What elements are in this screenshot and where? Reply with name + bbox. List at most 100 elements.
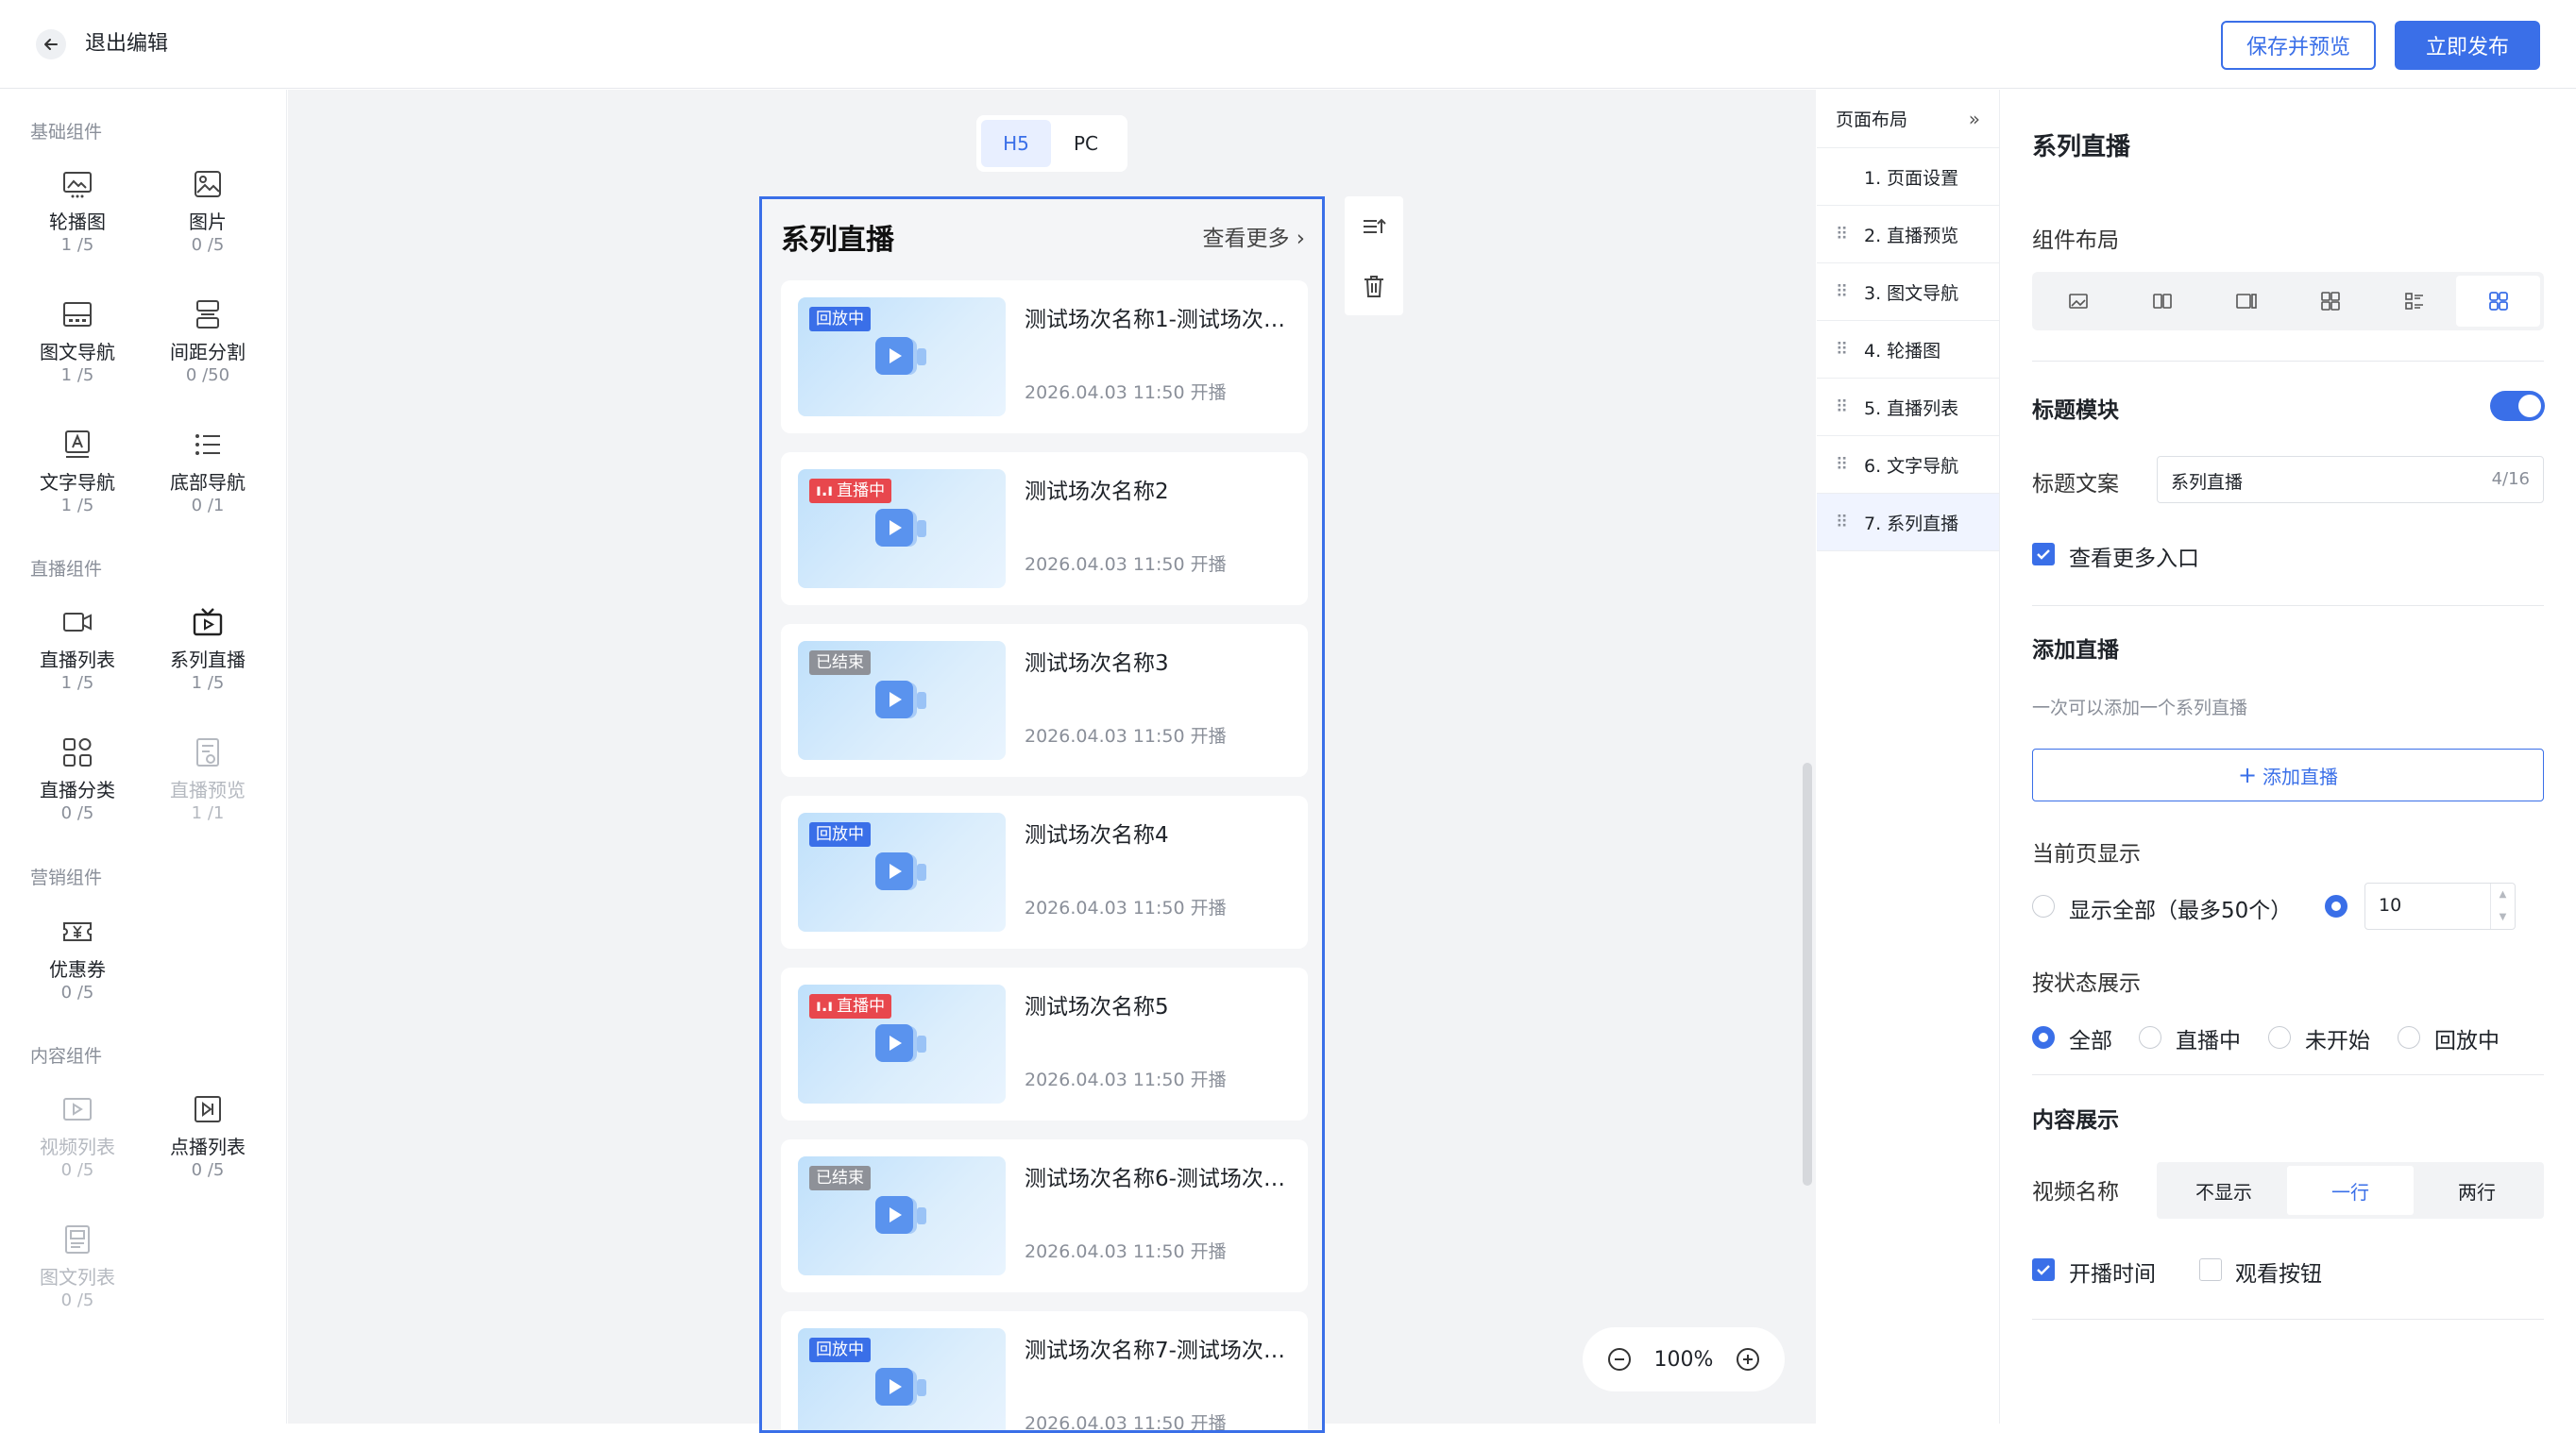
custom-count-radio[interactable]	[2325, 895, 2347, 918]
live-name: 测试场次名称5	[1025, 995, 1169, 1020]
layout-item[interactable]: ⠿ 4. 轮播图	[1817, 321, 1999, 379]
status-badge-text: 直播中	[837, 481, 886, 500]
carousel-icon	[59, 165, 96, 203]
live-card[interactable]: ı.ı 直播中 测试场次名称2 2026.04.03 11:50 开播	[781, 452, 1308, 605]
drag-handle-icon[interactable]: ⠿	[1836, 455, 1848, 475]
component-live-preview[interactable]: 直播预览 1 /1	[151, 733, 264, 837]
title-module-toggle[interactable]	[2490, 391, 2545, 421]
status-radio-live[interactable]	[2139, 1026, 2161, 1049]
collapse-icon[interactable]: »	[1969, 108, 1980, 130]
component-name: 点播列表	[170, 1136, 246, 1158]
drag-handle-icon[interactable]: ⠿	[1836, 225, 1848, 244]
status-radio-all[interactable]	[2032, 1026, 2055, 1049]
coupon-icon	[59, 913, 96, 951]
stepper-icon[interactable]: ▲ ▼	[2490, 884, 2515, 929]
view-more-link[interactable]: 查看更多 ›	[1202, 220, 1305, 252]
title-text-input[interactable]: 系列直播 4/16	[2157, 456, 2544, 503]
live-card[interactable]: 已结束 测试场次名称3 2026.04.03 11:50 开播	[781, 624, 1308, 777]
drag-handle-icon[interactable]: ⠿	[1836, 513, 1848, 532]
video-name-hide[interactable]: 不显示	[2161, 1166, 2287, 1215]
zoom-out-icon[interactable]	[1606, 1346, 1633, 1373]
video-name-one-line[interactable]: 一行	[2287, 1166, 2414, 1215]
video-play-icon	[875, 1196, 926, 1234]
back-arrow-icon[interactable]	[36, 29, 66, 59]
video-play-icon	[875, 681, 926, 718]
title-module-label: 标题模块	[2032, 398, 2119, 423]
save-preview-button[interactable]: 保存并预览	[2221, 21, 2376, 70]
check-icon	[2037, 549, 2050, 560]
live-thumbnail: 已结束	[798, 641, 1006, 760]
delete-icon[interactable]	[1345, 256, 1403, 315]
text-nav-icon	[59, 426, 96, 464]
layout-item[interactable]: ⠿ 5. 直播列表	[1817, 379, 1999, 436]
status-radio-replay[interactable]	[2398, 1026, 2420, 1049]
layout-item[interactable]: ⠿ 3. 图文导航	[1817, 263, 1999, 321]
component-count: 1 /5	[191, 673, 225, 693]
layout-option-two-column[interactable]	[2120, 276, 2204, 327]
status-badge: ı.ı 直播中	[809, 479, 892, 503]
component-video-list[interactable]: 视频列表 0 /5	[21, 1090, 134, 1194]
component-live-list[interactable]: 直播列表 1 /5	[21, 603, 134, 707]
component-coupon[interactable]: 优惠券 0 /5	[21, 913, 134, 1017]
zoom-in-icon[interactable]	[1735, 1346, 1761, 1373]
layout-item[interactable]: ⠿ 7. 系列直播	[1817, 494, 1999, 551]
layout-option-scroll[interactable]	[2204, 276, 2288, 327]
section-basic: 基础组件	[30, 122, 103, 143]
title-text-counter: 4/16	[2491, 469, 2530, 489]
component-vod-list[interactable]: 点播列表 0 /5	[151, 1090, 264, 1194]
component-image[interactable]: 图片 0 /5	[151, 165, 264, 269]
live-card[interactable]: 回放中 测试场次名称7-测试场次名称7-测试场次 2026.04.03 11:50 …	[781, 1311, 1308, 1430]
view-more-checkbox[interactable]	[2032, 543, 2055, 565]
status-badge-text: 已结束	[816, 653, 864, 672]
component-image-nav[interactable]: 图文导航 1 /5	[21, 295, 134, 399]
phone-preview[interactable]: 系列直播 查看更多 › 回放中 测试场次名称1-测试场次名称1-测试场次 2026.…	[759, 196, 1325, 1433]
layout-item[interactable]: ⠿ 6. 文字导航	[1817, 436, 1999, 494]
live-card[interactable]: 已结束 测试场次名称6-测试场次名称6-测试场次 2026.04.03 11:50 …	[781, 1139, 1308, 1292]
drag-handle-icon[interactable]: ⠿	[1836, 282, 1848, 302]
component-spacer[interactable]: 间距分割 0 /50	[151, 295, 264, 399]
watch-button-checkbox[interactable]	[2199, 1258, 2222, 1281]
layout-item[interactable]: ⠿ 2. 直播预览	[1817, 206, 1999, 263]
start-time-checkbox[interactable]	[2032, 1258, 2055, 1281]
component-bottom-nav[interactable]: 底部导航 0 /1	[151, 426, 264, 530]
layout-item[interactable]: 1. 页面设置	[1817, 148, 1999, 206]
component-text-nav[interactable]: 文字导航 1 /5	[21, 426, 134, 530]
component-live-category[interactable]: 直播分类 0 /5	[21, 733, 134, 837]
exit-edit-label[interactable]: 退出编辑	[85, 29, 168, 59]
status-label: 按状态展示	[2032, 971, 2141, 996]
divider	[2032, 361, 2544, 362]
page-count-input[interactable]: 10 ▲ ▼	[2364, 883, 2516, 930]
live-thumbnail: 回放中	[798, 297, 1006, 416]
bottom-nav-icon	[189, 426, 227, 464]
drag-handle-icon[interactable]: ⠿	[1836, 340, 1848, 360]
title-text-label: 标题文案	[2032, 472, 2119, 497]
component-article-list[interactable]: 图文列表 0 /5	[21, 1221, 134, 1324]
canvas-scrollbar[interactable]	[1803, 763, 1812, 1186]
live-name: 测试场次名称3	[1025, 651, 1169, 676]
tab-h5[interactable]: H5	[981, 120, 1051, 167]
layout-option-list[interactable]	[2372, 276, 2456, 327]
show-all-radio[interactable]	[2032, 895, 2055, 918]
move-top-icon[interactable]	[1345, 196, 1403, 256]
layout-option-card-grid[interactable]	[2456, 276, 2540, 327]
component-count: 0 /5	[60, 983, 94, 1003]
layout-option-single[interactable]	[2036, 276, 2120, 327]
live-card[interactable]: 回放中 测试场次名称4 2026.04.03 11:50 开播	[781, 796, 1308, 949]
component-carousel[interactable]: 轮播图 1 /5	[21, 165, 134, 269]
settings-title: 系列直播	[2032, 133, 2131, 161]
preview-title: 系列直播	[781, 224, 894, 257]
status-radio-upcoming[interactable]	[2268, 1026, 2291, 1049]
layout-option-grid[interactable]	[2288, 276, 2372, 327]
live-card[interactable]: ı.ı 直播中 测试场次名称5 2026.04.03 11:50 开播	[781, 968, 1308, 1121]
live-card[interactable]: 回放中 测试场次名称1-测试场次名称1-测试场次 2026.04.03 11:50 …	[781, 280, 1308, 433]
status-badge-text: 已结束	[816, 1169, 864, 1188]
tab-pc[interactable]: PC	[1051, 120, 1121, 167]
publish-button[interactable]: 立即发布	[2395, 21, 2540, 70]
drag-handle-icon[interactable]: ⠿	[1836, 397, 1848, 417]
component-series-live[interactable]: 系列直播 1 /5	[151, 603, 264, 707]
live-thumbnail: 回放中	[798, 1328, 1006, 1430]
video-camera-icon	[59, 603, 96, 641]
status-badge-text: 回放中	[816, 825, 864, 844]
add-live-button[interactable]: + 添加直播	[2032, 749, 2544, 801]
video-name-two-lines[interactable]: 两行	[2414, 1166, 2540, 1215]
